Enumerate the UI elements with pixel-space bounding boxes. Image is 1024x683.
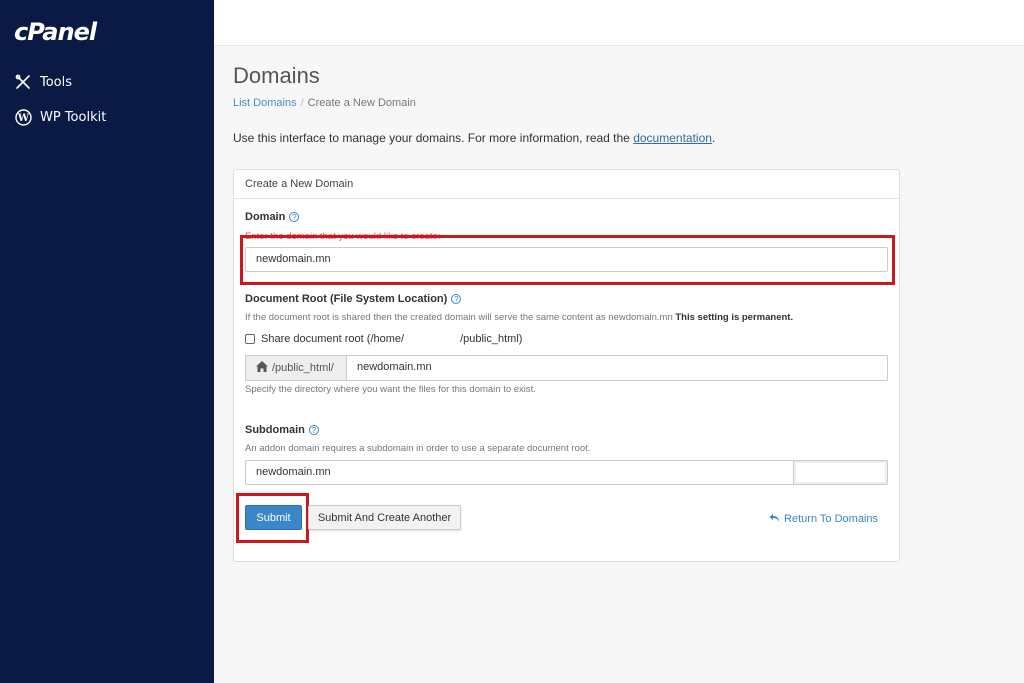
subdomain-input[interactable]: newdomain.mn [245, 460, 794, 485]
share-docroot-checkbox-row[interactable]: Share document root (/home/ /public_html) [245, 333, 522, 345]
submit-and-create-another-button[interactable]: Submit And Create Another [308, 505, 461, 530]
breadcrumb-current: Create a New Domain [307, 97, 416, 109]
docroot-description-text: If the document root is shared then the … [245, 312, 673, 323]
docroot-prefix-addon: /public_html/ [245, 355, 346, 381]
sidebar: cPanel Tools W WP Toolkit [0, 0, 214, 683]
submit-highlight-box [236, 493, 309, 543]
share-label-prefix: Share document root (/home/ [261, 333, 405, 345]
documentation-link[interactable]: documentation [633, 131, 712, 145]
undo-arrow-icon [769, 512, 780, 526]
intro-body: Use this interface to manage your domain… [233, 131, 634, 145]
return-to-domains-link[interactable]: Return To Domains [769, 512, 878, 526]
subdomain-label: Subdomain? [245, 424, 319, 436]
cpanel-logo[interactable]: cPanel [14, 18, 97, 46]
create-domain-panel: Create a New Domain Domain? Enter the do… [233, 169, 900, 562]
help-icon[interactable]: ? [451, 294, 462, 304]
domain-label-text: Domain [245, 211, 286, 223]
home-icon [256, 361, 268, 375]
intro-text: Use this interface to manage your domain… [233, 131, 715, 145]
domain-highlight-box [240, 235, 895, 285]
docroot-label-text: Document Root (File System Location) [245, 293, 448, 305]
share-label-suffix: /public_html) [460, 333, 523, 345]
panel-heading: Create a New Domain [234, 170, 899, 199]
subdomain-suffix-value [796, 463, 885, 482]
sidebar-item-wp-toolkit[interactable]: W WP Toolkit [14, 108, 106, 126]
breadcrumb-separator: / [300, 97, 304, 109]
share-docroot-checkbox[interactable] [245, 334, 255, 344]
sidebar-item-label: Tools [40, 74, 73, 90]
help-icon[interactable]: ? [289, 212, 300, 222]
intro-end: . [711, 131, 716, 145]
return-label: Return To Domains [784, 513, 878, 525]
docroot-prefix: /public_html/ [272, 362, 334, 374]
svg-text:W: W [16, 113, 29, 124]
permanent-warning: This setting is permanent. [675, 312, 794, 323]
help-icon[interactable]: ? [308, 425, 319, 435]
docroot-label: Document Root (File System Location)? [245, 293, 462, 305]
top-bar [214, 0, 1024, 46]
docroot-hint: Specify the directory where you want the… [245, 384, 536, 395]
tools-icon [14, 73, 32, 91]
breadcrumb: List Domains / Create a New Domain [233, 97, 416, 109]
subdomain-suffix [793, 460, 888, 485]
docroot-input[interactable]: newdomain.mn [346, 355, 888, 381]
sidebar-item-label: WP Toolkit [40, 109, 107, 125]
page-title: Domains [233, 63, 320, 88]
wordpress-icon: W [14, 108, 32, 126]
docroot-description: If the document root is shared then the … [245, 312, 793, 323]
domain-label: Domain? [245, 211, 300, 223]
sidebar-item-tools[interactable]: Tools [14, 73, 72, 91]
subdomain-description: An addon domain requires a subdomain in … [245, 443, 591, 454]
breadcrumb-list-domains[interactable]: List Domains [233, 97, 297, 109]
subdomain-label-text: Subdomain [245, 424, 305, 436]
